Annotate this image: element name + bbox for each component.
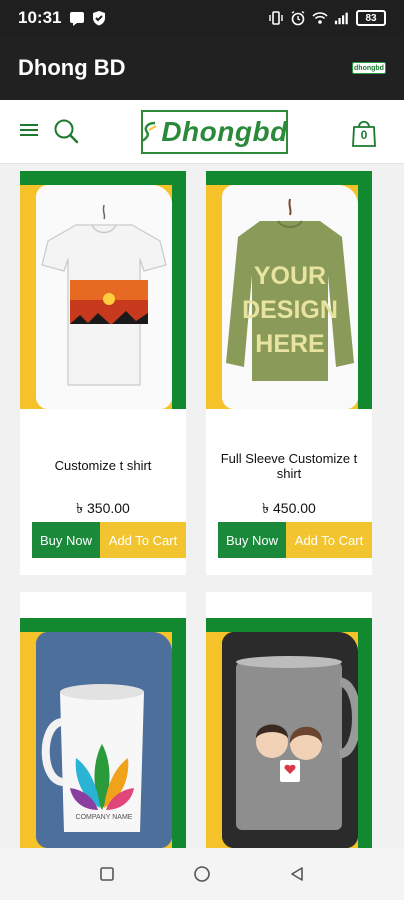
buy-now-button[interactable]: Buy Now	[32, 522, 100, 558]
product-card[interactable]: Customize t shirt ৳ 350.00 Buy Now Add T…	[20, 171, 186, 575]
system-nav-bar	[0, 848, 404, 900]
sweatshirt-text-line: DESIGN	[242, 296, 338, 324]
product-image-frame[interactable]: YOUR DESIGN HERE	[206, 171, 372, 409]
app-bar: Dhong BD dhongbd	[0, 36, 404, 100]
product-card[interactable]: YOUR DESIGN HERE Full Sleeve Customize t…	[206, 171, 372, 575]
product-image-frame[interactable]	[206, 618, 372, 848]
signal-icon	[334, 10, 350, 26]
shopping-bag-icon[interactable]: 0	[350, 118, 378, 148]
couple-mug-image	[222, 632, 358, 848]
menu-icon[interactable]	[20, 122, 38, 138]
product-card[interactable]	[206, 592, 372, 848]
product-price: ৳ 450.00	[262, 500, 316, 516]
logo-text: Dhongbd	[161, 116, 288, 147]
battery-icon: 83	[356, 10, 386, 26]
add-to-cart-button[interactable]: Add To Cart	[286, 522, 372, 558]
mug-company-text: COMPANY NAME	[75, 814, 133, 821]
add-to-cart-button[interactable]: Add To Cart	[100, 522, 186, 558]
app-title: Dhong BD	[18, 55, 126, 80]
site-header: Dhongbd 0	[0, 100, 404, 164]
home-icon[interactable]	[190, 862, 214, 886]
site-logo[interactable]: Dhongbd	[141, 110, 288, 154]
shield-icon	[91, 10, 107, 26]
search-icon[interactable]	[52, 117, 80, 145]
back-icon[interactable]	[285, 862, 309, 886]
alarm-icon	[290, 10, 306, 26]
status-bar: 10:31 83	[0, 0, 404, 36]
logo-mark-icon	[141, 120, 159, 144]
product-price: ৳ 350.00	[76, 500, 130, 516]
buy-now-button[interactable]: Buy Now	[218, 522, 286, 558]
wifi-icon	[312, 10, 328, 26]
sweatshirt-text-line: YOUR	[253, 262, 327, 290]
product-card[interactable]: COMPANY NAME	[20, 592, 186, 848]
vibrate-icon	[268, 10, 284, 26]
product-title[interactable]: Customize t shirt	[28, 458, 178, 473]
message-icon	[69, 10, 85, 26]
app-bar-logo: dhongbd	[352, 62, 386, 74]
product-image-frame[interactable]	[20, 171, 186, 409]
product-image-frame[interactable]: COMPANY NAME	[20, 618, 186, 848]
status-time: 10:31	[18, 8, 62, 27]
tshirt-image	[36, 185, 172, 409]
cart-count: 0	[360, 128, 368, 142]
product-title[interactable]: Full Sleeve Customize t shirt	[214, 451, 364, 481]
recent-apps-icon[interactable]	[95, 862, 119, 886]
sweatshirt-text-line: HERE	[255, 330, 325, 358]
